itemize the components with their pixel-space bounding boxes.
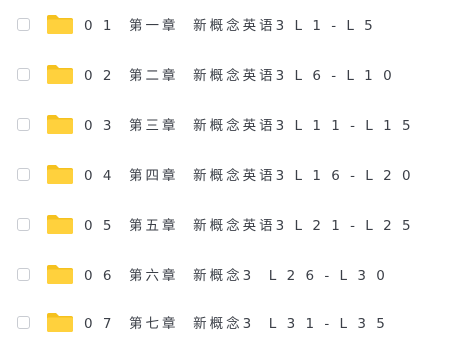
file-row[interactable]: 0 7 第七章 新概念3 L 3 1 - L 3 5 [0,298,468,346]
checkbox-icon[interactable] [17,315,30,329]
checkbox-icon[interactable] [17,217,30,231]
folder-icon [47,165,73,184]
checkbox-icon[interactable] [17,17,30,31]
file-name[interactable]: 0 2 第二章 新概念英语3 L 6 - L 1 0 [84,64,395,84]
checkbox-icon[interactable] [17,267,30,281]
folder-icon [47,115,73,134]
checkbox-icon[interactable] [17,67,30,81]
file-list: 0 1 第一章 新概念英语3 L 1 - L 5 0 2 第二章 新概念英语3 … [0,0,468,332]
folder-icon [47,65,73,84]
checkbox-icon[interactable] [17,167,30,181]
file-name[interactable]: 0 5 第五章 新概念英语3 L 2 1 - L 2 5 [84,214,414,234]
file-name[interactable]: 0 4 第四章 新概念英语3 L 1 6 - L 2 0 [84,164,414,184]
file-row[interactable]: 0 1 第一章 新概念英语3 L 1 - L 5 [0,0,468,48]
folder-icon [47,15,73,34]
file-row[interactable]: 0 2 第二章 新概念英语3 L 6 - L 1 0 [0,50,468,98]
folder-icon [47,313,73,332]
file-name[interactable]: 0 7 第七章 新概念3 L 3 1 - L 3 5 [84,312,388,332]
file-row[interactable]: 0 3 第三章 新概念英语3 L 1 1 - L 1 5 [0,100,468,148]
file-row[interactable]: 0 6 第六章 新概念3 L 2 6 - L 3 0 [0,250,468,298]
file-name[interactable]: 0 1 第一章 新概念英语3 L 1 - L 5 [84,14,376,34]
file-row[interactable]: 0 4 第四章 新概念英语3 L 1 6 - L 2 0 [0,150,468,198]
folder-icon [47,215,73,234]
folder-icon [47,265,73,284]
file-name[interactable]: 0 3 第三章 新概念英语3 L 1 1 - L 1 5 [84,114,414,134]
checkbox-icon[interactable] [17,117,30,131]
file-name[interactable]: 0 6 第六章 新概念3 L 2 6 - L 3 0 [84,264,388,284]
file-row[interactable]: 0 5 第五章 新概念英语3 L 2 1 - L 2 5 [0,200,468,248]
